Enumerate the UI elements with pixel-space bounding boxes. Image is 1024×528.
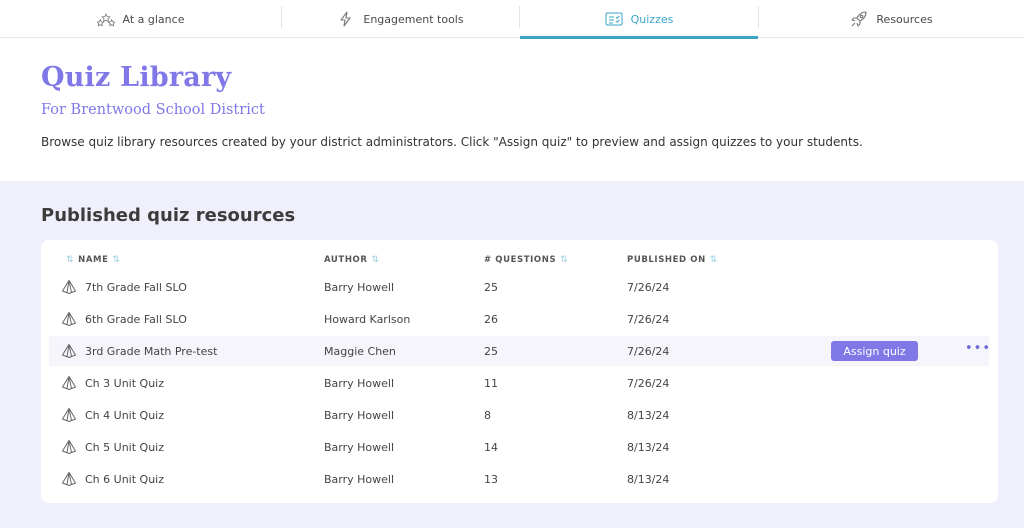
section-title: Published quiz resources: [41, 205, 296, 226]
quiz-pyramid-icon: [62, 472, 76, 486]
column-header-name[interactable]: ⇅ NAME ⇅: [66, 255, 121, 265]
cell-published: 7/26/24: [627, 312, 670, 326]
column-header-author-label: AUTHOR: [324, 255, 368, 265]
cell-author: Barry Howell: [324, 472, 395, 486]
table-row[interactable]: Ch 6 Unit Quiz Barry Howell 13 8/13/24: [49, 464, 989, 494]
cell-published: 7/26/24: [627, 376, 670, 390]
column-header-author[interactable]: AUTHOR ⇅: [324, 255, 380, 265]
quiz-pyramid-icon: [62, 312, 76, 326]
sort-icon: ⇅: [66, 255, 75, 265]
cell-author: Barry Howell: [324, 280, 395, 294]
table-row[interactable]: 6th Grade Fall SLO Howard Karlson 26 7/2…: [49, 304, 989, 334]
page-description: Browse quiz library resources created by…: [41, 135, 863, 149]
cell-questions: 26: [484, 312, 498, 326]
quiz-pyramid-icon: [62, 344, 76, 358]
cell-name: 7th Grade Fall SLO: [85, 280, 187, 294]
sort-icon: ⇅: [371, 255, 380, 265]
cell-published: 8/13/24: [627, 440, 670, 454]
sort-icon: ⇅: [112, 255, 121, 265]
table-row[interactable]: 3rd Grade Math Pre-test Maggie Chen 25 7…: [49, 336, 991, 366]
table-row[interactable]: Ch 3 Unit Quiz Barry Howell 11 7/26/24: [49, 368, 989, 398]
cell-name: Ch 3 Unit Quiz: [85, 376, 164, 390]
cell-name: Ch 4 Unit Quiz: [85, 408, 164, 422]
page-title: Quiz Library: [41, 62, 232, 93]
cell-questions: 14: [484, 440, 498, 454]
cell-author: Barry Howell: [324, 408, 395, 422]
more-options-icon[interactable]: •••: [965, 342, 991, 356]
assign-quiz-button[interactable]: Assign quiz: [831, 341, 918, 361]
cell-author: Maggie Chen: [324, 344, 396, 358]
cell-author: Barry Howell: [324, 376, 395, 390]
cell-published: 8/13/24: [627, 472, 670, 486]
cell-name: 6th Grade Fall SLO: [85, 312, 187, 326]
quiz-pyramid-icon: [62, 376, 76, 390]
table-row[interactable]: Ch 4 Unit Quiz Barry Howell 8 8/13/24: [49, 400, 989, 430]
cell-name: Ch 5 Unit Quiz: [85, 440, 164, 454]
cell-name: 3rd Grade Math Pre-test: [85, 344, 218, 358]
cell-questions: 8: [484, 408, 491, 422]
cell-questions: 25: [484, 280, 498, 294]
cell-name: Ch 6 Unit Quiz: [85, 472, 164, 486]
quiz-pyramid-icon: [62, 280, 76, 294]
top-nav: At a glance Engagement tools Quizzes Res…: [0, 0, 1024, 39]
tab-quizzes[interactable]: Quizzes: [520, 0, 758, 39]
table-row[interactable]: 7th Grade Fall SLO Barry Howell 25 7/26/…: [49, 272, 989, 302]
tab-quizzes-label: Quizzes: [630, 12, 674, 26]
cell-author: Barry Howell: [324, 440, 395, 454]
cell-questions: 11: [484, 376, 498, 390]
stars-icon: [96, 10, 115, 28]
quiz-pyramid-icon: [62, 408, 76, 422]
tab-engagement-tools-label: Engagement tools: [363, 12, 464, 26]
table-row[interactable]: Ch 5 Unit Quiz Barry Howell 14 8/13/24: [49, 432, 989, 462]
column-header-name-label: NAME: [78, 255, 109, 265]
cell-questions: 13: [484, 472, 498, 486]
column-header-published-label: PUBLISHED ON: [627, 255, 706, 265]
cell-published: 7/26/24: [627, 344, 670, 358]
tab-at-a-glance-label: At a glance: [122, 12, 185, 26]
column-header-questions[interactable]: # QUESTIONS ⇅: [484, 255, 568, 265]
tab-resources-label: Resources: [876, 12, 933, 26]
tab-at-a-glance[interactable]: At a glance: [0, 0, 281, 38]
cell-published: 8/13/24: [627, 408, 670, 422]
tab-resources[interactable]: Resources: [759, 0, 1024, 38]
quiz-pyramid-icon: [62, 440, 76, 454]
cell-published: 7/26/24: [627, 280, 670, 294]
page-subtitle: For Brentwood School District: [41, 102, 265, 118]
rocket-icon: [850, 10, 868, 28]
column-header-questions-label: # QUESTIONS: [484, 255, 557, 265]
lightning-icon: [337, 10, 355, 28]
cell-author: Howard Karlson: [324, 312, 411, 326]
sort-icon: ⇅: [709, 255, 718, 265]
sort-icon: ⇅: [560, 255, 569, 265]
column-header-published[interactable]: PUBLISHED ON ⇅: [627, 255, 718, 265]
tab-engagement-tools[interactable]: Engagement tools: [282, 0, 519, 38]
quiz-icon: [605, 10, 623, 28]
cell-questions: 25: [484, 344, 498, 358]
